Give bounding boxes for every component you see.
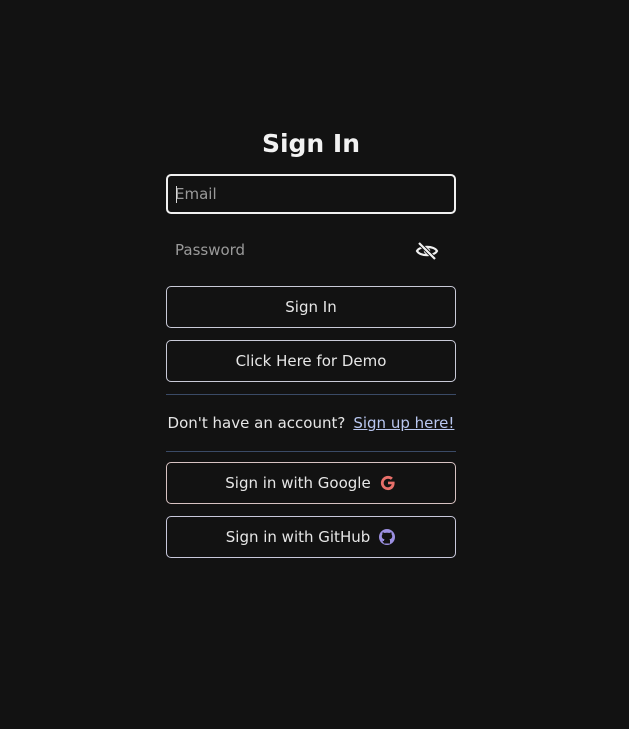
signup-link[interactable]: Sign up here! (353, 414, 454, 432)
signin-button-label: Sign In (285, 298, 337, 316)
divider-bottom (166, 451, 456, 452)
text-caret (176, 186, 177, 203)
github-signin-label: Sign in with GitHub (225, 528, 371, 546)
signin-button[interactable]: Sign In (166, 286, 456, 328)
google-signin-button[interactable]: Sign in with Google (166, 462, 456, 504)
email-field-wrapper (166, 174, 456, 214)
eye-slash-icon (415, 241, 439, 261)
signup-prompt: Don't have an account? (167, 414, 346, 432)
password-visibility-toggle[interactable] (414, 239, 440, 263)
password-field-wrapper (166, 230, 456, 270)
password-field[interactable] (168, 232, 454, 268)
signup-row: Don't have an account? Sign up here! (166, 395, 456, 451)
demo-button[interactable]: Click Here for Demo (166, 340, 456, 382)
google-signin-label: Sign in with Google (225, 474, 371, 492)
google-icon (379, 474, 397, 492)
demo-button-label: Click Here for Demo (235, 352, 387, 370)
signin-card: Sign In Sign In Click Here for Demo Don'… (166, 126, 456, 570)
github-icon (378, 528, 396, 546)
github-signin-button[interactable]: Sign in with GitHub (166, 516, 456, 558)
email-field[interactable] (168, 176, 454, 212)
page-title: Sign In (261, 129, 361, 158)
